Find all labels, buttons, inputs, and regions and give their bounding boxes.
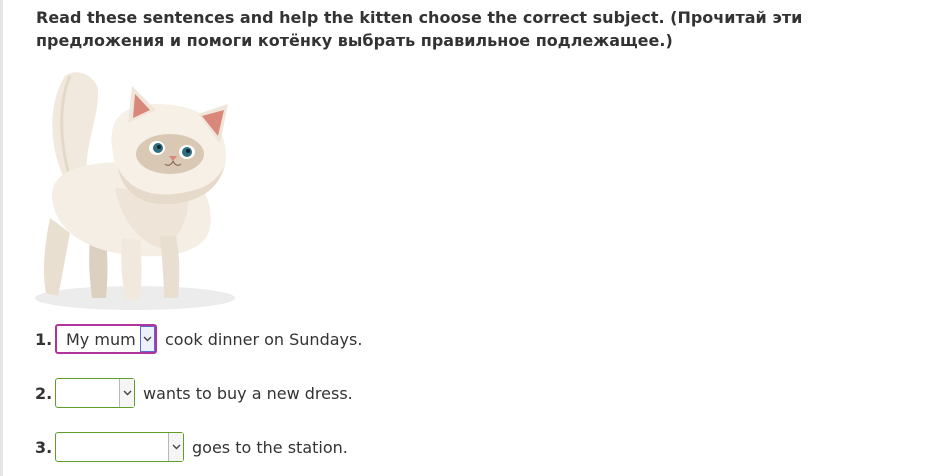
question-3: 3. goes to the station. [35,430,348,464]
chevron-down-icon[interactable] [168,433,183,461]
question-1: 1. My mum cook dinner on Sundays. [35,322,362,356]
question-2: 2. wants to buy a new dress. [35,376,353,410]
kitten-illustration [35,72,235,310]
chevron-down-icon[interactable] [119,379,134,407]
sentence-rest: goes to the station. [192,437,348,457]
sentence-rest: cook dinner on Sundays. [165,329,363,349]
sentence-rest: wants to buy a new dress. [143,383,353,403]
task-instruction: Read these sentences and help the kitten… [36,8,803,50]
question-number: 1. [35,329,53,349]
subject-select-3[interactable] [55,432,184,462]
question-number: 2. [35,383,53,403]
subject-select-1[interactable]: My mum [55,324,157,354]
left-border [0,0,3,476]
chevron-down-icon[interactable] [140,326,155,352]
select-value: My mum [66,329,136,349]
subject-select-2[interactable] [55,378,135,408]
question-number: 3. [35,437,53,457]
